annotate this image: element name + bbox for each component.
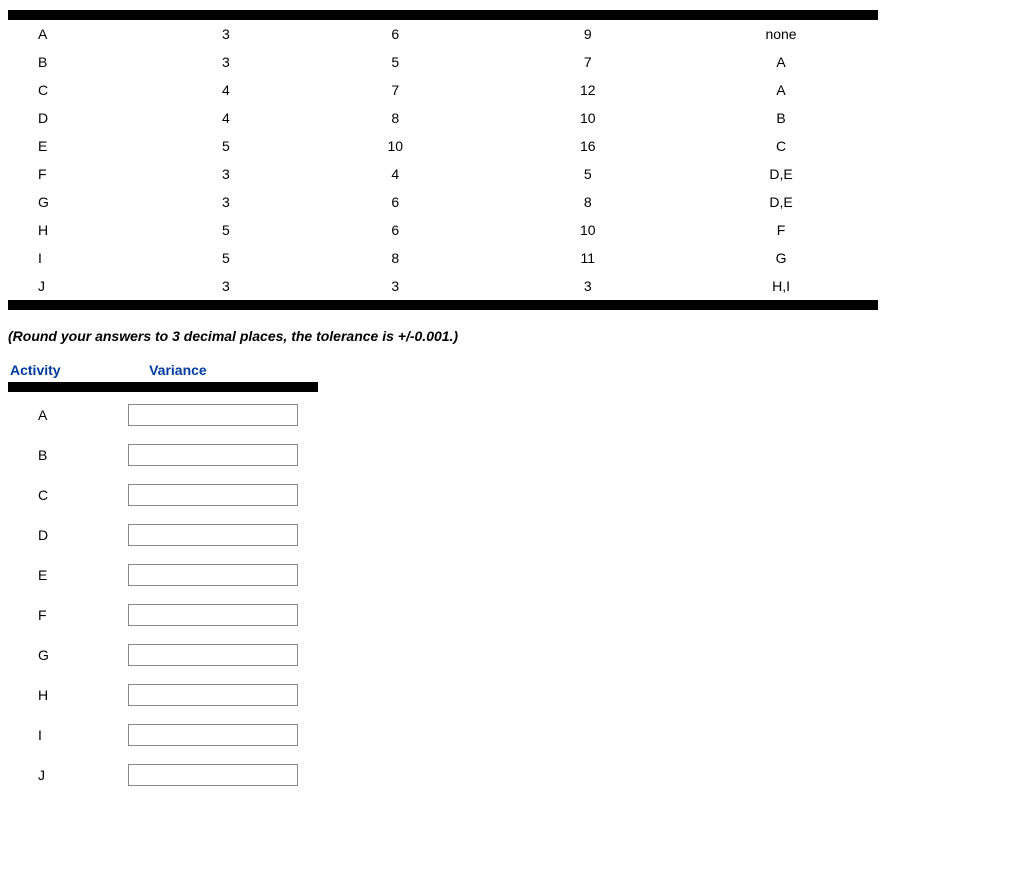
answer-activity-label: A xyxy=(8,407,128,423)
variance-input[interactable] xyxy=(128,724,298,746)
row-value: 8 xyxy=(299,104,492,132)
row-value: 6 xyxy=(299,20,492,48)
row-value: 3 xyxy=(153,20,299,48)
row-activity: C xyxy=(8,76,153,104)
answer-row: I xyxy=(8,724,318,746)
row-value: 10 xyxy=(492,104,685,132)
variance-input[interactable] xyxy=(128,404,298,426)
row-value: 5 xyxy=(153,216,299,244)
row-value: 6 xyxy=(299,216,492,244)
table-row: D4810B xyxy=(8,104,878,132)
row-value: 5 xyxy=(299,48,492,76)
row-value: 3 xyxy=(299,272,492,300)
table-row: C4712A xyxy=(8,76,878,104)
answer-row: G xyxy=(8,644,318,666)
row-value: 6 xyxy=(299,188,492,216)
table-row: F345D,E xyxy=(8,160,878,188)
row-predecessor: H,I xyxy=(684,272,878,300)
answer-activity-label: G xyxy=(8,647,128,663)
row-value: 3 xyxy=(153,160,299,188)
table-bottom-bar xyxy=(8,300,878,310)
row-predecessor: A xyxy=(684,76,878,104)
row-activity: F xyxy=(8,160,153,188)
row-value: 8 xyxy=(299,244,492,272)
row-value: 3 xyxy=(153,188,299,216)
variance-input[interactable] xyxy=(128,444,298,466)
row-value: 16 xyxy=(492,132,685,160)
header-variance: Variance xyxy=(149,362,318,378)
row-predecessor: D,E xyxy=(684,160,878,188)
answer-activity-label: H xyxy=(8,687,128,703)
answer-activity-label: D xyxy=(8,527,128,543)
answer-activity-label: C xyxy=(8,487,128,503)
answer-section: Activity Variance A B C D E F G H I J xyxy=(8,358,318,786)
answer-row: D xyxy=(8,524,318,546)
row-predecessor: C xyxy=(684,132,878,160)
variance-input[interactable] xyxy=(128,484,298,506)
row-value: 8 xyxy=(492,188,685,216)
answer-row: C xyxy=(8,484,318,506)
row-value: 10 xyxy=(492,216,685,244)
row-value: 5 xyxy=(153,132,299,160)
row-value: 5 xyxy=(153,244,299,272)
row-value: 9 xyxy=(492,20,685,48)
row-value: 5 xyxy=(492,160,685,188)
row-value: 7 xyxy=(492,48,685,76)
answer-header-bar xyxy=(8,382,318,392)
row-activity: H xyxy=(8,216,153,244)
row-activity: I xyxy=(8,244,153,272)
answer-row: F xyxy=(8,604,318,626)
answer-activity-label: F xyxy=(8,607,128,623)
variance-input[interactable] xyxy=(128,524,298,546)
activity-data-table: A369noneB357AC4712AD4810BE51016CF345D,EG… xyxy=(8,20,878,300)
row-activity: D xyxy=(8,104,153,132)
row-activity: B xyxy=(8,48,153,76)
row-value: 12 xyxy=(492,76,685,104)
row-value: 3 xyxy=(153,48,299,76)
row-predecessor: D,E xyxy=(684,188,878,216)
variance-input[interactable] xyxy=(128,764,298,786)
row-value: 4 xyxy=(153,76,299,104)
row-predecessor: G xyxy=(684,244,878,272)
table-row: G368D,E xyxy=(8,188,878,216)
table-row: H5610F xyxy=(8,216,878,244)
table-row: J333H,I xyxy=(8,272,878,300)
answer-activity-label: I xyxy=(8,727,128,743)
answer-row: B xyxy=(8,444,318,466)
table-row: A369none xyxy=(8,20,878,48)
row-value: 3 xyxy=(153,272,299,300)
row-activity: J xyxy=(8,272,153,300)
row-value: 3 xyxy=(492,272,685,300)
row-value: 7 xyxy=(299,76,492,104)
row-predecessor: B xyxy=(684,104,878,132)
answer-activity-label: J xyxy=(8,767,128,783)
row-activity: G xyxy=(8,188,153,216)
row-predecessor: none xyxy=(684,20,878,48)
answer-activity-label: B xyxy=(8,447,128,463)
answer-row: J xyxy=(8,764,318,786)
row-activity: A xyxy=(8,20,153,48)
header-activity: Activity xyxy=(8,362,149,378)
variance-input[interactable] xyxy=(128,564,298,586)
instruction-text: (Round your answers to 3 decimal places,… xyxy=(8,328,1024,344)
row-value: 4 xyxy=(153,104,299,132)
row-activity: E xyxy=(8,132,153,160)
table-row: I5811G xyxy=(8,244,878,272)
answer-row: E xyxy=(8,564,318,586)
answer-activity-label: E xyxy=(8,567,128,583)
row-value: 11 xyxy=(492,244,685,272)
variance-input[interactable] xyxy=(128,604,298,626)
row-predecessor: F xyxy=(684,216,878,244)
table-top-bar xyxy=(8,10,878,20)
table-row: E51016C xyxy=(8,132,878,160)
table-row: B357A xyxy=(8,48,878,76)
variance-input[interactable] xyxy=(128,684,298,706)
answer-header-row: Activity Variance xyxy=(8,358,318,382)
row-value: 4 xyxy=(299,160,492,188)
row-predecessor: A xyxy=(684,48,878,76)
answer-row: A xyxy=(8,404,318,426)
answer-row: H xyxy=(8,684,318,706)
variance-input[interactable] xyxy=(128,644,298,666)
row-value: 10 xyxy=(299,132,492,160)
